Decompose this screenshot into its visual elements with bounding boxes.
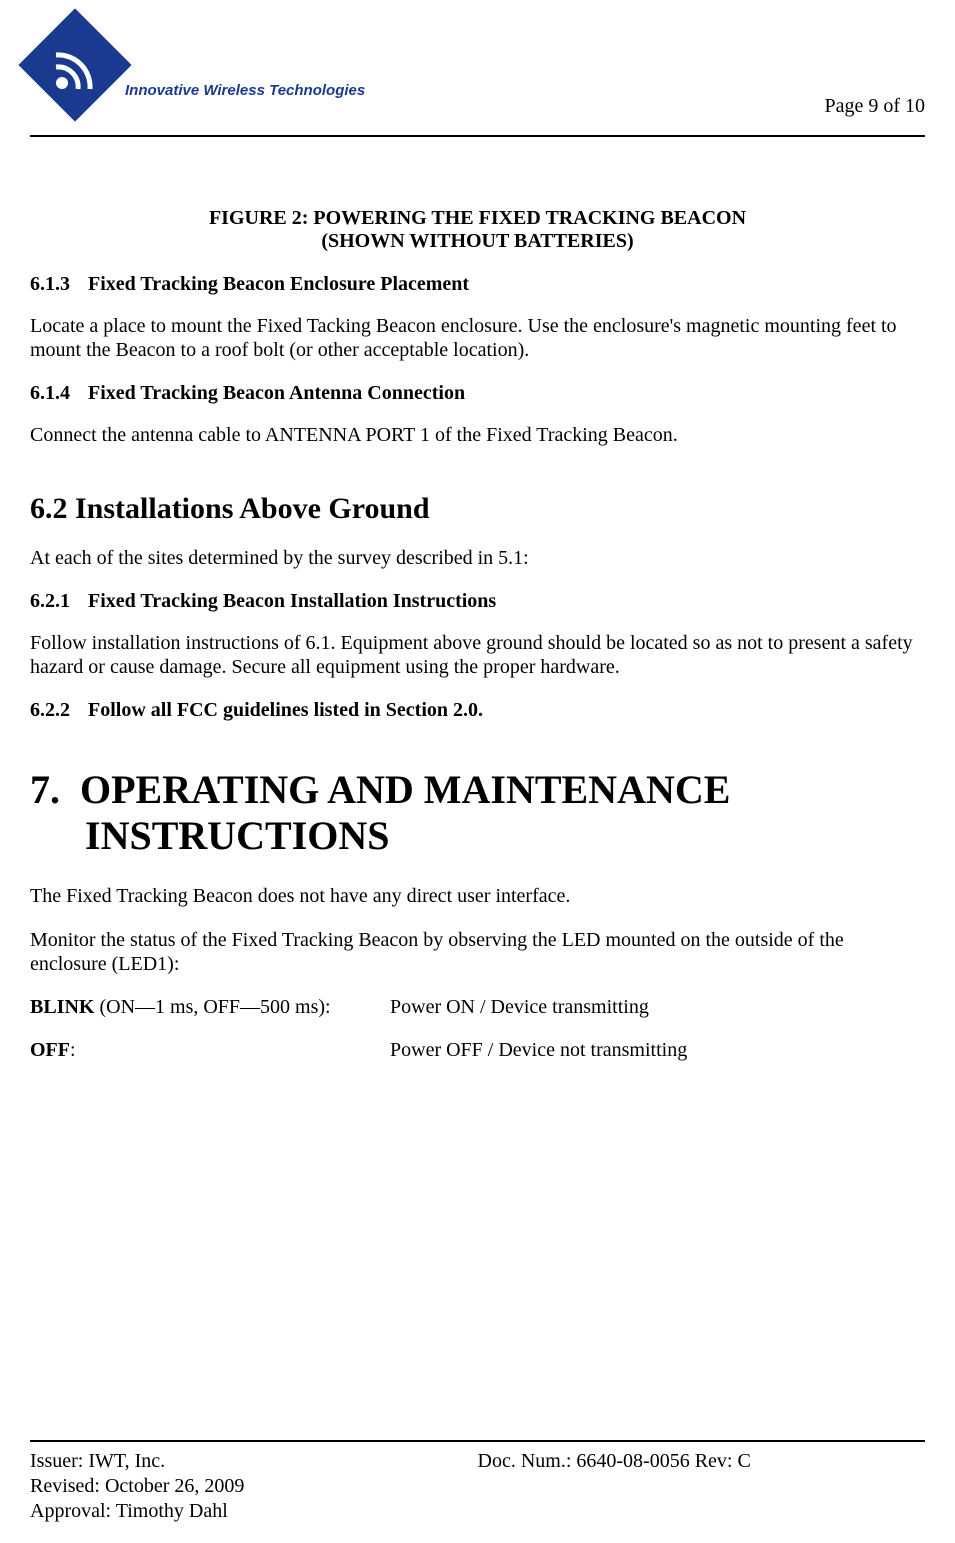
body-6-2-1: Follow installation instructions of 6.1.… [30, 631, 925, 679]
heading-num: 6.1.4 [30, 382, 70, 405]
body-6-2: At each of the sites determined by the s… [30, 546, 925, 570]
heading-6-1-3: 6.1.3 Fixed Tracking Beacon Enclosure Pla… [30, 273, 925, 296]
status-blink-label: BLINK (ON—1 ms, OFF—500 ms): [30, 996, 390, 1019]
heading-num: 6.2 [30, 492, 68, 525]
footer-rule [30, 1440, 925, 1442]
body-6-1-4: Connect the antenna cable to ANTENNA POR… [30, 423, 925, 447]
status-off-bold: OFF [30, 1039, 70, 1061]
footer-issuer: Issuer: IWT, Inc. [30, 1450, 478, 1473]
body-7-p1: The Fixed Tracking Beacon does not have … [30, 884, 925, 908]
logo-icon [30, 20, 120, 110]
figure-caption-line2: (SHOWN WITHOUT BATTERIES) [30, 230, 925, 253]
heading-6-2-2: 6.2.2 Follow all FCC guidelines listed in… [30, 699, 925, 722]
status-off-rest: : [70, 1039, 76, 1061]
footer-approval: Approval: Timothy Dahl [30, 1500, 925, 1523]
footer-row-1: Issuer: IWT, Inc. Doc. Num.: 6640-08-005… [30, 1450, 925, 1473]
status-off-row: OFF: Power OFF / Device not transmitting [30, 1039, 925, 1062]
heading-num: 6.2.2 [30, 699, 70, 722]
heading-num: 6.1.3 [30, 273, 70, 296]
status-off-label: OFF: [30, 1039, 390, 1062]
status-off-value: Power OFF / Device not transmitting [390, 1039, 925, 1062]
figure-caption-line1: FIGURE 2: POWERING THE FIXED TRACKING BE… [30, 207, 925, 230]
page-number: Page 9 of 10 [824, 95, 925, 118]
status-blink-value: Power ON / Device transmitting [390, 996, 925, 1019]
page-footer: Issuer: IWT, Inc. Doc. Num.: 6640-08-005… [30, 1440, 925, 1523]
heading-6-2-1: 6.2.1 Fixed Tracking Beacon Installation … [30, 590, 925, 613]
chapter-title-line2: INSTRUCTIONS [85, 813, 925, 859]
body-6-1-3: Locate a place to mount the Fixed Tackin… [30, 314, 925, 362]
page-header: Innovative Wireless Technologies Page 9 … [30, 20, 925, 130]
heading-title: Fixed Tracking Beacon Antenna Connection [88, 382, 465, 404]
status-blink-rest: (ON—1 ms, OFF—500 ms): [94, 996, 330, 1018]
figure-caption: FIGURE 2: POWERING THE FIXED TRACKING BE… [30, 207, 925, 253]
footer-docnum: Doc. Num.: 6640-08-0056 Rev: C [478, 1450, 926, 1473]
heading-title: Fixed Tracking Beacon Enclosure Placemen… [88, 273, 469, 295]
status-blink-row: BLINK (ON—1 ms, OFF—500 ms): Power ON / … [30, 996, 925, 1019]
page-content: FIGURE 2: POWERING THE FIXED TRACKING BE… [30, 137, 925, 1062]
logo-text: Innovative Wireless Technologies [125, 82, 365, 99]
heading-title: Follow all FCC guidelines listed in Sect… [88, 699, 483, 721]
heading-chapter-7: 7. OPERATING AND MAINTENANCE INSTRUCTION… [30, 767, 925, 859]
chapter-title-line1: OPERATING AND MAINTENANCE [80, 767, 730, 812]
footer-revised: Revised: October 26, 2009 [30, 1475, 925, 1498]
chapter-num: 7. [30, 767, 60, 812]
heading-6-2: 6.2 Installations Above Ground [30, 492, 925, 526]
body-7-p2: Monitor the status of the Fixed Tracking… [30, 928, 925, 976]
heading-title: Fixed Tracking Beacon Installation Instr… [88, 590, 496, 612]
heading-title: Installations Above Ground [75, 492, 430, 525]
status-blink-bold: BLINK [30, 996, 94, 1018]
heading-6-1-4: 6.1.4 Fixed Tracking Beacon Antenna Conne… [30, 382, 925, 405]
company-logo: Innovative Wireless Technologies [30, 20, 365, 110]
heading-num: 6.2.1 [30, 590, 70, 613]
